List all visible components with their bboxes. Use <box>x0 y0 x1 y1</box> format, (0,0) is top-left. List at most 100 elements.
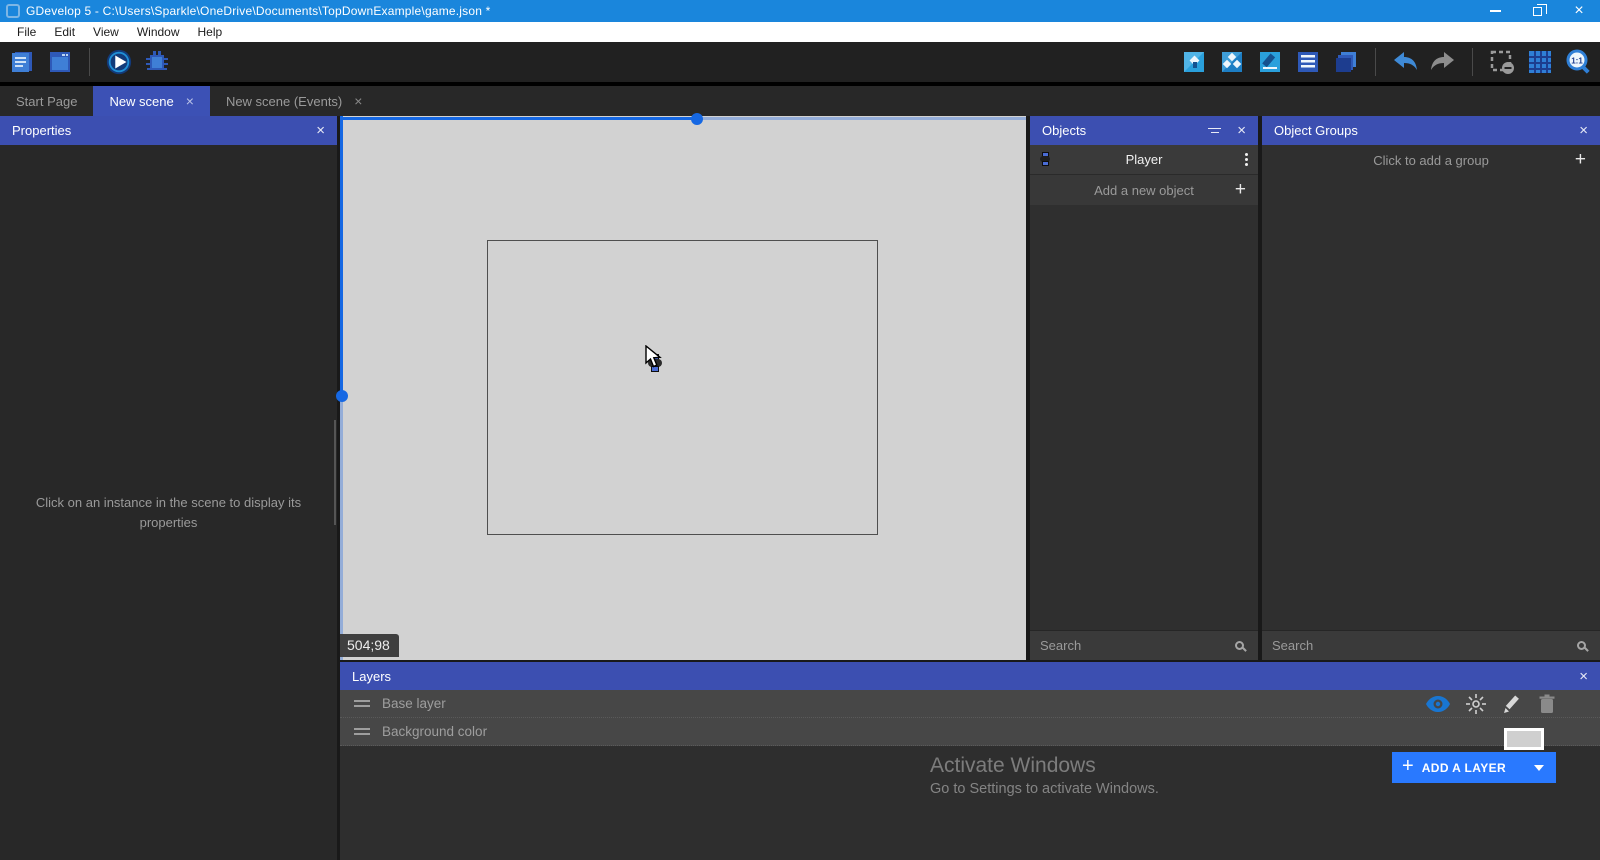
menu-window[interactable]: Window <box>128 22 189 42</box>
close-panel-icon[interactable]: × <box>1237 122 1246 139</box>
layer-row-background-color[interactable]: Background color <box>340 718 1600 746</box>
chevron-down-icon <box>1534 765 1544 771</box>
scrollbar[interactable] <box>334 420 336 525</box>
vertical-scrollbar[interactable] <box>340 116 343 396</box>
plus-icon: + <box>1392 755 1422 780</box>
panel-title: Layers <box>352 669 391 684</box>
vertical-scrollbar[interactable] <box>340 396 343 660</box>
panel-title: Object Groups <box>1274 123 1358 138</box>
tab-new-scene-events[interactable]: New scene (Events) × <box>210 86 379 116</box>
layers-panel: Layers × Base layer Background color <box>340 662 1600 860</box>
add-layer-button[interactable]: + ADD A LAYER <box>1392 752 1556 783</box>
plus-icon: + <box>1575 149 1586 171</box>
horizontal-scrollbar[interactable] <box>340 117 692 120</box>
drag-handle-icon[interactable] <box>354 700 370 707</box>
game-window-bounds <box>487 240 878 535</box>
tab-label: New scene <box>109 94 173 109</box>
plus-icon: + <box>1235 179 1246 201</box>
close-button[interactable]: × <box>1558 0 1600 22</box>
object-menu-icon[interactable] <box>1245 153 1248 166</box>
grid-icon[interactable] <box>1526 48 1554 76</box>
tab-close-icon[interactable]: × <box>354 93 362 109</box>
zoom-original-icon[interactable]: 1:1 <box>1564 48 1592 76</box>
layers-panel-icon[interactable] <box>1332 48 1360 76</box>
layers-panel-header: Layers × <box>340 662 1600 690</box>
search-icon <box>1577 641 1586 650</box>
tab-start-page[interactable]: Start Page <box>0 86 93 116</box>
object-groups-panel-icon[interactable] <box>1218 48 1246 76</box>
add-object-row[interactable]: Add a new object + <box>1030 175 1258 205</box>
tab-close-icon[interactable]: × <box>186 93 194 109</box>
menu-file[interactable]: File <box>8 22 45 42</box>
gdevelop-window: GDevelop 5 - C:\Users\Sparkle\OneDrive\D… <box>0 0 1600 860</box>
toolbar: 1:1 <box>0 42 1600 86</box>
toolbar-left <box>8 48 171 76</box>
window-controls: × <box>1474 0 1600 22</box>
add-object-label: Add a new object <box>1030 183 1258 198</box>
objects-panel: Objects × Player Add a new object + <box>1030 116 1258 660</box>
filter-icon[interactable] <box>1208 128 1221 134</box>
objects-search-bar <box>1030 630 1258 660</box>
debug-icon[interactable] <box>143 48 171 76</box>
add-group-row[interactable]: Click to add a group + <box>1262 145 1600 175</box>
restore-button[interactable] <box>1516 0 1558 22</box>
play-preview-icon[interactable] <box>105 48 133 76</box>
horizontal-scrollbar[interactable] <box>692 117 1026 120</box>
toolbar-separator <box>1375 48 1376 76</box>
properties-panel-header: Properties × <box>0 116 337 145</box>
background-color-swatch[interactable] <box>1504 728 1544 750</box>
minimize-icon <box>1490 10 1501 12</box>
restore-icon <box>1533 7 1542 16</box>
close-panel-icon[interactable]: × <box>316 122 325 139</box>
redo-icon[interactable] <box>1429 48 1457 76</box>
properties-panel-icon[interactable] <box>1256 48 1284 76</box>
instances-list-panel-icon[interactable] <box>1294 48 1322 76</box>
tab-label: New scene (Events) <box>226 94 342 109</box>
visibility-eye-icon[interactable] <box>1426 696 1450 712</box>
drag-handle-icon[interactable] <box>354 728 370 735</box>
close-panel-icon[interactable]: × <box>1579 668 1588 685</box>
vertical-scroll-thumb[interactable] <box>336 390 348 402</box>
add-layer-label: ADD A LAYER <box>1422 761 1506 775</box>
project-manager-icon[interactable] <box>8 48 36 76</box>
groups-search-input[interactable] <box>1272 638 1577 653</box>
add-layer-dropdown[interactable] <box>1522 752 1556 783</box>
menu-bar: File Edit View Window Help <box>0 22 1600 42</box>
close-panel-icon[interactable]: × <box>1579 122 1588 139</box>
properties-empty-message: Click on an instance in the scene to dis… <box>0 493 337 533</box>
delete-layer-trash-icon[interactable] <box>1538 694 1556 714</box>
horizontal-scroll-thumb[interactable] <box>691 113 703 125</box>
panel-title: Objects <box>1042 123 1086 138</box>
scene-canvas[interactable]: 504;98 <box>340 116 1026 660</box>
panel-title: Properties <box>12 123 71 138</box>
undo-icon[interactable] <box>1391 48 1419 76</box>
minimize-button[interactable] <box>1474 0 1516 22</box>
cursor-coordinates: 504;98 <box>340 634 399 657</box>
objects-search-input[interactable] <box>1040 638 1235 653</box>
object-groups-panel-header: Object Groups × <box>1262 116 1600 145</box>
close-icon: × <box>1574 3 1583 19</box>
object-groups-panel: Object Groups × Click to add a group + <box>1262 116 1600 660</box>
edit-layer-pencil-icon[interactable] <box>1502 694 1522 714</box>
object-row-player[interactable]: Player <box>1030 145 1258 175</box>
tab-new-scene[interactable]: New scene × <box>93 86 210 116</box>
app-logo-icon <box>6 4 20 18</box>
menu-help[interactable]: Help <box>189 22 232 42</box>
objects-panel-header: Objects × <box>1030 116 1258 145</box>
main-area: Properties × Click on an instance in the… <box>0 116 1600 860</box>
properties-panel: Properties × Click on an instance in the… <box>0 116 337 860</box>
menu-edit[interactable]: Edit <box>45 22 84 42</box>
groups-search-bar <box>1262 630 1600 660</box>
object-name: Player <box>1030 152 1258 167</box>
start-page-icon[interactable] <box>46 48 74 76</box>
clear-selection-icon[interactable] <box>1488 48 1516 76</box>
objects-panel-icon[interactable] <box>1180 48 1208 76</box>
add-group-label: Click to add a group <box>1262 153 1600 168</box>
tab-label: Start Page <box>16 94 77 109</box>
svg-text:1:1: 1:1 <box>1571 57 1583 66</box>
layer-effects-icon[interactable] <box>1466 694 1486 714</box>
menu-view[interactable]: View <box>84 22 128 42</box>
layer-name: Background color <box>382 724 487 739</box>
layer-row-base[interactable]: Base layer <box>340 690 1600 718</box>
search-icon <box>1235 641 1244 650</box>
